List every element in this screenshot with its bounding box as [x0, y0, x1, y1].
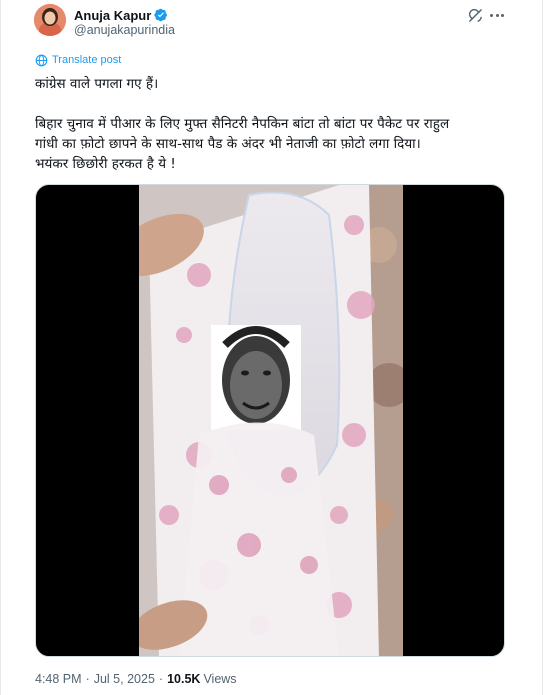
meta-separator-2: · — [158, 672, 164, 686]
author-handle[interactable]: @anujakapurindia — [74, 23, 175, 37]
profile-photo-icon — [34, 4, 66, 36]
author-name-row[interactable]: Anuja Kapur — [74, 6, 168, 24]
views-count[interactable]: 10.5K — [167, 672, 200, 686]
tweet-text-line-3: गांधी का फ़ोटो छापने के साथ-साथ पैड के अ… — [35, 136, 421, 152]
more-options-icon[interactable] — [488, 7, 506, 23]
verified-badge-icon — [154, 8, 168, 22]
author-name[interactable]: Anuja Kapur — [74, 8, 151, 23]
video-still-image — [139, 185, 403, 656]
tweet-text-line-1: कांग्रेस वाले पगला गए हैं। — [35, 76, 159, 92]
video-frame — [139, 185, 403, 656]
post-meta: 4:48 PM · Jul 5, 2025 · 10.5K Views — [35, 671, 237, 687]
meta-separator: · — [85, 672, 90, 686]
translate-post-link[interactable]: Translate post — [35, 52, 121, 68]
translate-globe-icon — [35, 54, 48, 66]
video-player[interactable] — [35, 184, 505, 657]
tweet-text-line-4: भयंकर छिछोरी हरकत है ये ! — [35, 156, 176, 172]
tweet-card: Anuja Kapur @anujakapurindia Translate p… — [0, 0, 543, 695]
post-time[interactable]: 4:48 PM — [35, 672, 82, 686]
translate-post-label[interactable]: Translate post — [52, 54, 121, 66]
views-label: Views — [203, 672, 237, 686]
grok-icon[interactable] — [467, 7, 484, 24]
author-avatar[interactable] — [34, 4, 66, 36]
post-date[interactable]: Jul 5, 2025 — [94, 672, 155, 686]
tweet-text-line-2: बिहार चुनाव में पीआर के लिए मुफ्त सैनिटर… — [35, 116, 450, 132]
